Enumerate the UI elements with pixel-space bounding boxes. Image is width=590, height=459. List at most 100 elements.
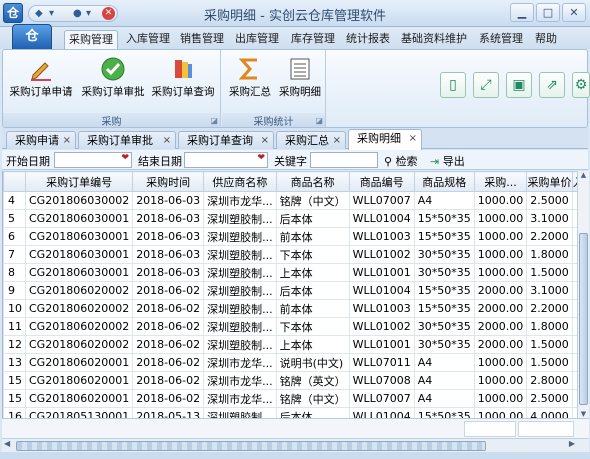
menu-help[interactable]: 帮助	[535, 30, 557, 48]
column-header[interactable]: 采购单价	[526, 171, 573, 192]
table-cell[interactable]: 2018-06-02	[132, 317, 205, 336]
maximize-button[interactable]: □	[536, 3, 560, 22]
horizontal-scrollbar[interactable]: ◀ ▶	[2, 438, 589, 452]
table-cell[interactable]: 15*50*35	[413, 281, 475, 300]
column-header[interactable]: 采购...	[473, 171, 528, 192]
table-cell[interactable]: 1000.00	[473, 227, 528, 246]
table-cell[interactable]: 2000.00	[473, 281, 528, 300]
table-cell[interactable]: 1.5000	[526, 263, 573, 282]
row-number-cell[interactable]: 9	[3, 281, 26, 300]
table-cell[interactable]: 1000.00	[473, 191, 528, 210]
table-row[interactable]: 9 CG201806020002 2018-06-02 深圳塑胶制... 后本体 WLL0…	[3, 281, 577, 300]
purchase-order-apply-button[interactable]: 采购订单申请	[7, 52, 75, 110]
table-row[interactable]: 5 CG201806030001 2018-06-03 深圳塑胶制... 后本体 WLL0…	[3, 209, 577, 228]
menu-purchase[interactable]: 采购管理	[64, 30, 118, 50]
table-row[interactable]: 13 CG201806020001 2018-06-02 深圳市龙华... 说明书(中文…	[3, 353, 577, 372]
table-cell[interactable]: WLL01002	[348, 317, 415, 336]
table-cell[interactable]: 说明书(中文)	[275, 353, 350, 372]
table-cell[interactable]: 2018-06-02	[132, 353, 205, 372]
table-row[interactable]: 11 CG201806020002 2018-06-02 深圳塑胶制... 下本体 WLL…	[3, 317, 577, 336]
table-cell[interactable]: 后本体	[275, 281, 350, 300]
table-cell[interactable]: 前本体	[275, 299, 350, 318]
table-row[interactable]: 16 CG201805130001 2018-05-13 深圳塑胶制... 后本体 WLL…	[3, 407, 577, 418]
menu-basic-data[interactable]: 基础资料维护	[401, 30, 467, 48]
table-cell[interactable]: CG201806020002	[24, 281, 134, 300]
table-cell[interactable]: 深圳塑胶制...	[203, 317, 277, 336]
close-tab-icon[interactable]: ×	[409, 130, 417, 147]
row-number-cell[interactable]: 13	[3, 353, 26, 372]
table-cell[interactable]: 1000.00	[473, 371, 528, 390]
scroll-up-icon[interactable]: ▲	[578, 171, 589, 179]
table-cell[interactable]: 2018-06-03	[132, 245, 205, 264]
minimize-button[interactable]: ▁	[510, 3, 534, 22]
table-cell[interactable]: 下本体	[275, 245, 350, 264]
row-number-cell[interactable]: 6	[3, 227, 26, 246]
table-cell[interactable]: 深圳塑胶制...	[203, 245, 277, 264]
table-row[interactable]: 4 CG201806030002 2018-06-03 深圳市龙华... 铭牌（中文） W…	[3, 191, 577, 210]
table-cell[interactable]: 1000.00	[473, 389, 528, 408]
table-cell[interactable]: CG201806030001	[24, 245, 134, 264]
menu-system[interactable]: 系统管理	[479, 30, 523, 48]
table-cell[interactable]: 后本体	[275, 407, 350, 418]
table-cell[interactable]: 2.2000	[526, 299, 573, 318]
table-cell[interactable]: CG201806020001	[24, 389, 134, 408]
table-cell[interactable]: CG201805130001	[24, 407, 134, 418]
table-cell[interactable]: 4.0000	[526, 407, 573, 418]
table-cell[interactable]: 铭牌（中文）	[275, 389, 350, 408]
table-cell[interactable]: A4	[413, 191, 475, 210]
table-cell[interactable]: 1.5000	[526, 335, 573, 354]
table-cell[interactable]: 深圳市龙华...	[203, 191, 277, 210]
table-cell[interactable]: WLL01001	[348, 263, 415, 282]
table-cell[interactable]: 2.2000	[526, 227, 573, 246]
close-tab-icon[interactable]: ×	[63, 132, 71, 149]
close-tab-icon[interactable]: ×	[163, 132, 171, 149]
table-cell[interactable]: 2018-06-03	[132, 191, 205, 210]
share-icon[interactable]: ⇗	[539, 72, 565, 98]
purchase-order-approve-button[interactable]: 采购订单审批	[79, 52, 147, 110]
end-date-field[interactable]: ❤	[184, 152, 268, 168]
table-cell[interactable]: 1000.00	[473, 263, 528, 282]
gear-icon[interactable]: ⚙	[572, 72, 590, 98]
table-cell[interactable]: 2018-06-03	[132, 209, 205, 228]
column-header[interactable]	[3, 171, 26, 192]
table-cell[interactable]: CG201806030001	[24, 227, 134, 246]
column-header[interactable]: 商品编号	[348, 171, 415, 192]
table-cell[interactable]: 3.1000	[526, 281, 573, 300]
table-cell[interactable]: 深圳塑胶制...	[203, 407, 277, 418]
calendar-dropdown-icon[interactable]: ❤	[121, 153, 129, 163]
table-cell[interactable]: WLL01004	[348, 281, 415, 300]
column-header[interactable]: 采购时间	[132, 171, 205, 192]
table-cell[interactable]: WLL07011	[348, 353, 415, 372]
table-cell[interactable]: 2018-05-13	[132, 407, 205, 418]
table-cell[interactable]: 深圳塑胶制...	[203, 299, 277, 318]
menu-inbound[interactable]: 入库管理	[126, 30, 170, 48]
table-cell[interactable]: 2018-06-02	[132, 371, 205, 390]
table-cell[interactable]: 1000.00	[473, 353, 528, 372]
start-date-field[interactable]: ❤	[54, 152, 132, 168]
table-cell[interactable]: 2.5000	[526, 389, 573, 408]
table-cell[interactable]: 上本体	[275, 335, 350, 354]
purchase-summary-button[interactable]: 采购汇总	[226, 52, 274, 110]
table-cell[interactable]: 2018-06-02	[132, 335, 205, 354]
column-header[interactable]: 供应商名称	[203, 171, 277, 192]
table-cell[interactable]: 15*50*35	[413, 209, 475, 228]
table-cell[interactable]: 30*50*35	[413, 317, 475, 336]
column-header[interactable]: 商品名称	[275, 171, 350, 192]
table-cell[interactable]: 铭牌（英文）	[275, 371, 350, 390]
table-cell[interactable]: 后本体	[275, 209, 350, 228]
export-button[interactable]: ⇥ 导出	[430, 153, 465, 169]
table-cell[interactable]: WLL07008	[348, 371, 415, 390]
column-header[interactable]: 采购订单编号	[24, 171, 134, 192]
table-cell[interactable]: 深圳市龙华...	[203, 371, 277, 390]
table-cell[interactable]: 1000.00	[473, 245, 528, 264]
table-cell[interactable]: 下本体	[275, 317, 350, 336]
expand-icon[interactable]: ⤢	[473, 72, 499, 98]
keyword-field[interactable]	[310, 152, 378, 168]
table-cell[interactable]: CG201806020002	[24, 317, 134, 336]
menu-inventory[interactable]: 库存管理	[291, 30, 335, 48]
scrollbar-thumb[interactable]	[16, 441, 486, 451]
table-cell[interactable]: CG201806030002	[24, 191, 134, 210]
menu-outbound[interactable]: 出库管理	[235, 30, 279, 48]
close-tab-icon[interactable]: ×	[333, 132, 341, 149]
purchase-detail-button[interactable]: 采购明细	[276, 52, 324, 110]
